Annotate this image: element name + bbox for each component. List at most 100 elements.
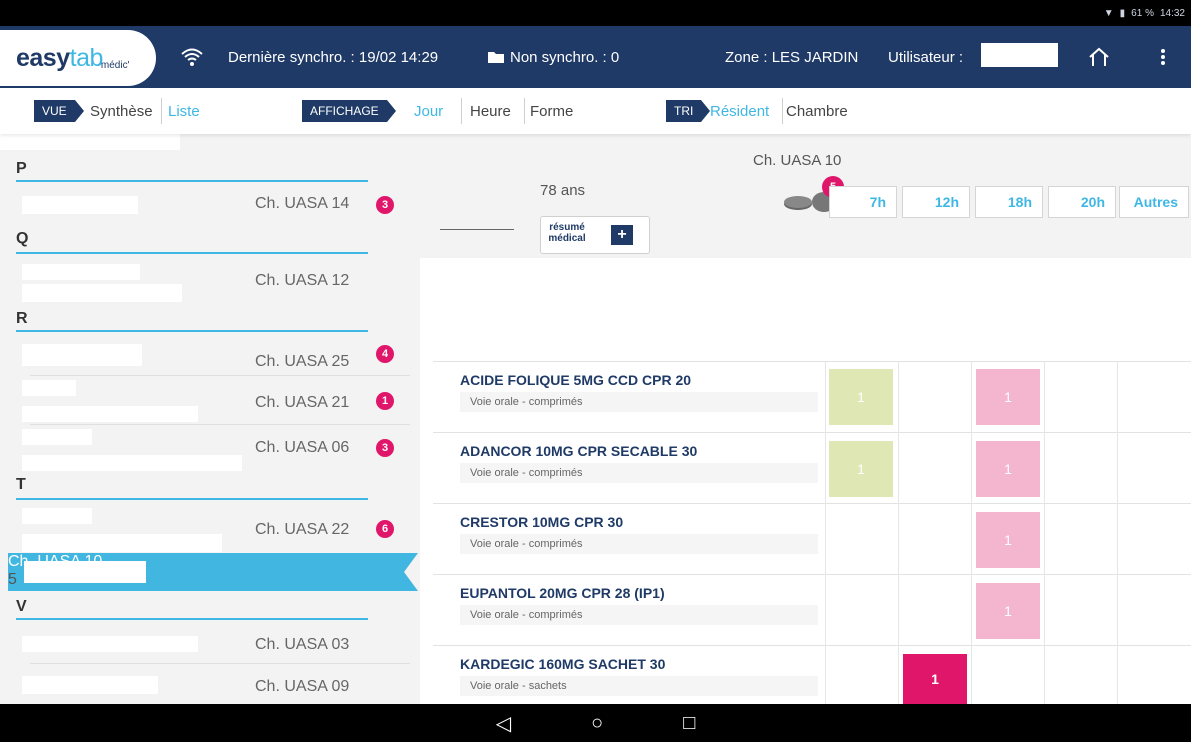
back-icon[interactable]: ◁ <box>496 711 511 736</box>
medication-route: Voie orale - comprimés <box>460 605 818 625</box>
zone-label[interactable]: Zone : LES JARDIN <box>725 26 858 88</box>
tri-chambre-option[interactable]: Chambre <box>786 100 848 122</box>
tri-tag: TRI <box>666 100 711 122</box>
resident-name <box>22 534 222 552</box>
affichage-heure-option[interactable]: Heure <box>470 100 511 122</box>
grid-line <box>825 362 826 704</box>
section-letter: T <box>16 476 26 493</box>
pending-count-badge: 3 <box>376 196 394 214</box>
room-label: Ch. UASA 14 <box>255 195 350 212</box>
vue-tag: VUE <box>34 100 84 122</box>
home-nav-icon[interactable]: ○ <box>591 712 603 735</box>
section-divider <box>16 330 368 332</box>
section-letter: V <box>16 598 27 615</box>
section-divider <box>16 180 368 182</box>
divider <box>161 98 162 124</box>
room-title: Ch. UASA 10 <box>753 152 842 169</box>
resident-row[interactable]: Ch. UASA 12 <box>0 258 420 302</box>
room-label: Ch. UASA 03 <box>255 636 350 653</box>
divider <box>524 98 525 124</box>
grid-line <box>1117 362 1118 704</box>
grid-line <box>1044 362 1045 704</box>
room-label: Ch. UASA 22 <box>255 521 350 538</box>
medication-route: Voie orale - comprimés <box>460 534 818 554</box>
resident-name <box>24 561 146 583</box>
battery-level: 61 % <box>1131 7 1154 19</box>
clock: 14:32 <box>1159 7 1185 19</box>
resident-name <box>22 676 158 694</box>
resident-name <box>22 636 198 652</box>
resident-list[interactable]: P Ch. UASA 14 3 Q Ch. UASA 12 R Ch. UASA… <box>0 134 420 704</box>
dose-18h[interactable]: 1 <box>976 441 1040 497</box>
hour-header-18h[interactable]: 18h <box>975 186 1043 218</box>
pending-count-badge: 1 <box>376 392 394 410</box>
divider <box>461 98 462 124</box>
status-bar: ▼ ▮ 61 % 14:32 <box>0 0 1191 26</box>
unsync-label: Non synchro. : 0 <box>510 48 620 66</box>
app-logo[interactable]: easy tab médic' <box>0 30 156 86</box>
section-letter: Q <box>16 230 29 247</box>
room-label: Ch. UASA 21 <box>255 394 350 411</box>
section-divider <box>16 498 368 500</box>
room-label: Ch. UASA 12 <box>255 272 350 289</box>
medication-name: KARDEGIC 160MG SACHET 30 <box>460 656 666 672</box>
selected-resident-row[interactable]: Ch. UASA 10 5 <box>8 553 418 591</box>
section-divider <box>16 252 368 254</box>
medication-route: Voie orale - comprimés <box>460 463 818 483</box>
divider <box>782 98 783 124</box>
recents-icon[interactable]: □ <box>683 712 695 735</box>
hour-header-7h[interactable]: 7h <box>829 186 897 218</box>
affichage-forme-option[interactable]: Forme <box>530 100 573 122</box>
medical-summary-button[interactable]: résumé médical + <box>540 216 650 254</box>
resident-row[interactable]: Ch. UASA 22 6 <box>0 504 420 552</box>
resident-row[interactable]: Ch. UASA 25 4 <box>0 334 420 376</box>
dose-7h[interactable]: 1 <box>829 441 893 497</box>
medication-route: Voie orale - comprimés <box>460 392 818 412</box>
resident-name <box>22 196 138 214</box>
vue-synthese-option[interactable]: Synthèse <box>90 100 153 122</box>
resident-row[interactable]: Ch. UASA 03 <box>0 624 420 666</box>
age-label: 78 ans <box>540 182 586 199</box>
dose-18h[interactable]: 1 <box>976 583 1040 639</box>
resident-row[interactable]: Ch. UASA 06 3 <box>0 425 420 471</box>
section-divider <box>16 618 368 620</box>
pending-count-badge: 4 <box>376 345 394 363</box>
pending-count-badge: 3 <box>376 439 394 457</box>
name-line <box>440 229 514 230</box>
dose-12h[interactable]: 1 <box>903 654 967 704</box>
dose-7h[interactable]: 1 <box>829 369 893 425</box>
resident-name <box>22 429 92 445</box>
resident-name <box>22 508 92 524</box>
dose-18h[interactable]: 1 <box>976 369 1040 425</box>
room-label: Ch. UASA 09 <box>255 678 350 695</box>
wifi-status-icon: ▼ <box>1103 7 1114 19</box>
hour-header-20h[interactable]: 20h <box>1048 186 1116 218</box>
tri-resident-option[interactable]: Résident <box>710 100 769 122</box>
view-toolbar: VUE Synthèse Liste AFFICHAGE Jour Heure … <box>0 88 1191 134</box>
hour-header-autres[interactable]: Autres <box>1119 186 1189 218</box>
resident-name <box>0 134 180 150</box>
vue-liste-option[interactable]: Liste <box>168 100 200 122</box>
affichage-jour-option[interactable]: Jour <box>414 100 443 122</box>
user-name-field[interactable] <box>981 43 1058 67</box>
overflow-menu-icon[interactable] <box>1160 26 1166 88</box>
resident-name <box>22 284 182 302</box>
folder-icon <box>488 26 504 88</box>
affichage-tag: AFFICHAGE <box>302 100 396 122</box>
last-sync-label: Dernière synchro. : 19/02 14:29 <box>228 48 439 66</box>
resident-row[interactable]: Ch. UASA 09 <box>0 664 420 704</box>
home-icon[interactable] <box>1088 26 1110 88</box>
grid-line <box>971 362 972 704</box>
dose-18h[interactable]: 1 <box>976 512 1040 568</box>
resident-row[interactable]: Ch. UASA 14 3 <box>0 184 420 226</box>
resident-row[interactable]: Ch. UASA 21 1 <box>0 376 420 422</box>
medication-name: EUPANTOL 20MG CPR 28 (IP1) <box>460 585 665 601</box>
grid-line <box>898 362 899 704</box>
resident-name <box>22 264 140 280</box>
hour-header-12h[interactable]: 12h <box>902 186 970 218</box>
resident-name <box>22 380 76 396</box>
room-label: Ch. UASA 25 <box>255 353 350 370</box>
sync-icon[interactable] <box>180 26 204 88</box>
medication-name: CRESTOR 10MG CPR 30 <box>460 514 624 530</box>
medication-name: ADANCOR 10MG CPR SECABLE 30 <box>460 443 698 459</box>
